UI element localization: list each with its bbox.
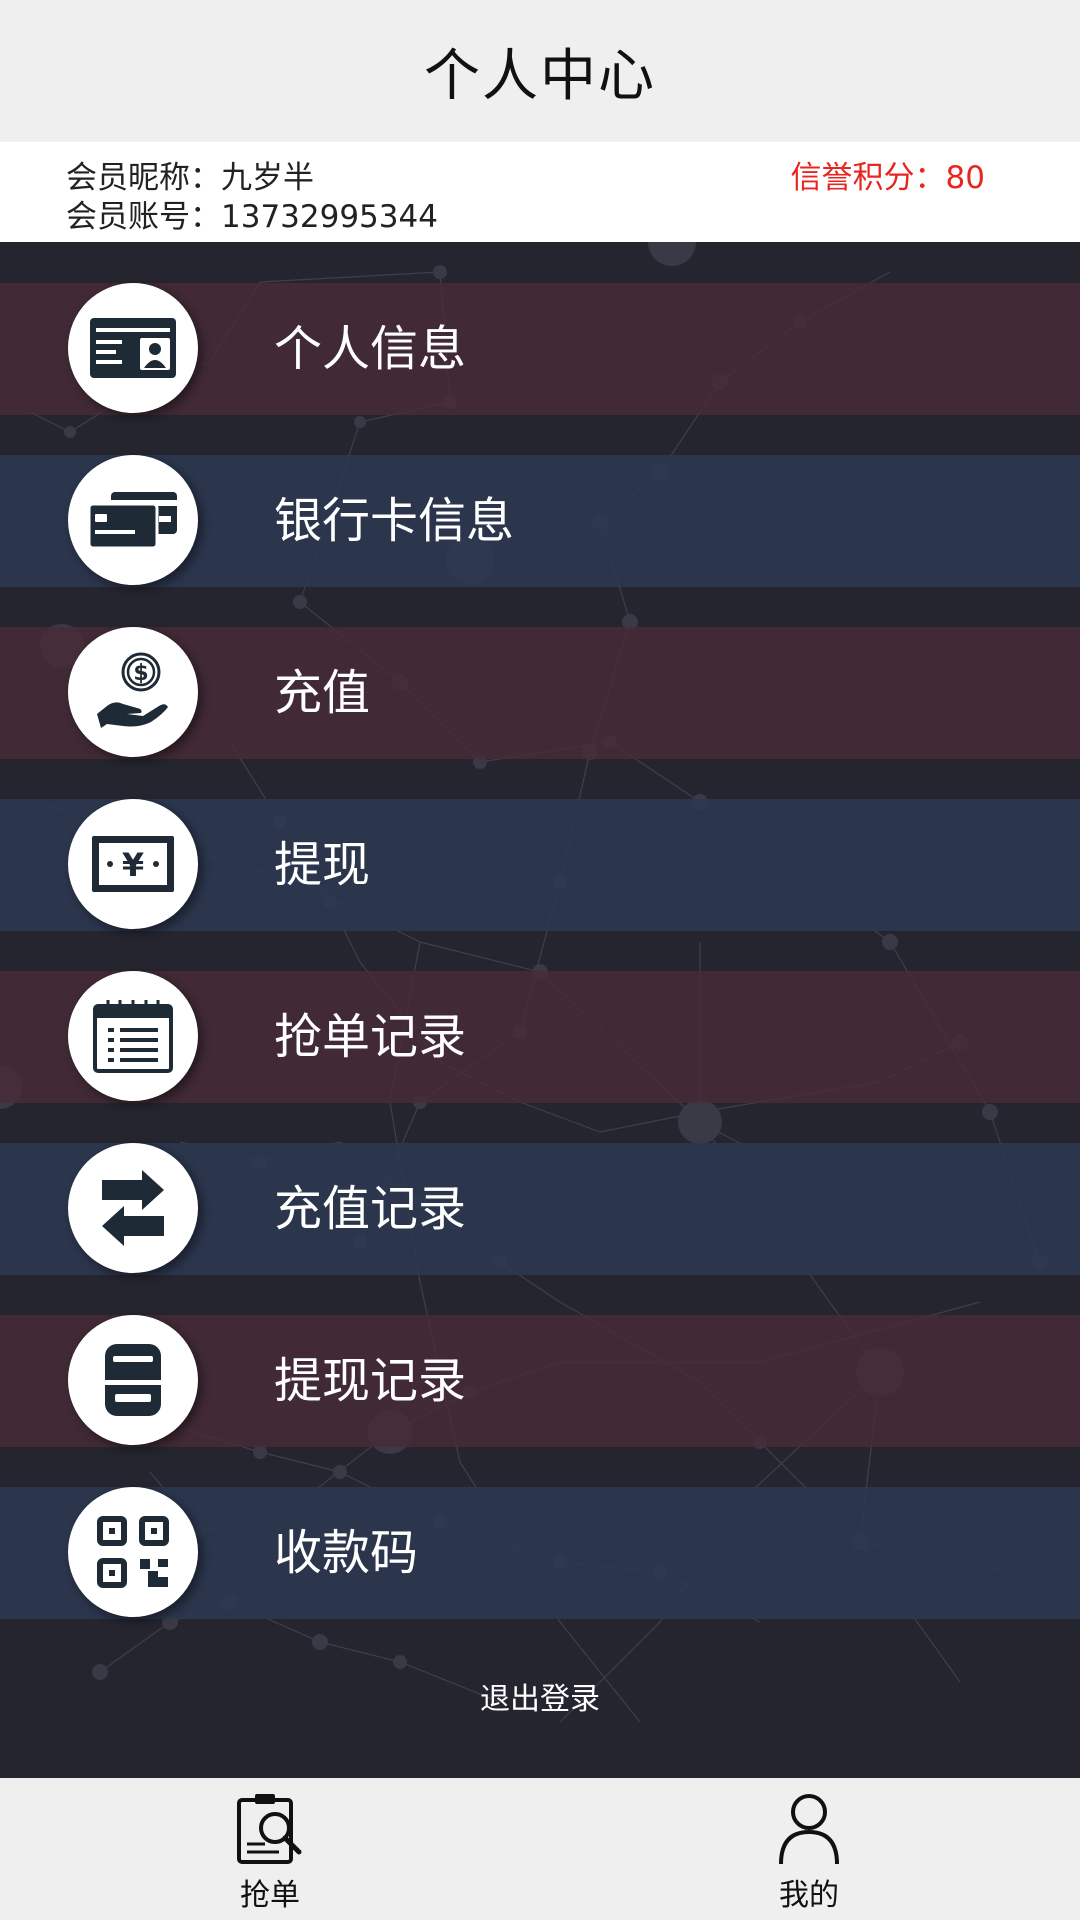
hand-coin-icon[interactable]: $ xyxy=(68,627,198,757)
member-account: 会员账号：13732995344 xyxy=(66,199,438,235)
tab-label: 抢单 xyxy=(240,1878,300,1913)
yuan-banknote-icon[interactable]: ¥ xyxy=(68,799,198,929)
tab-grab-order[interactable]: 抢单 xyxy=(170,1778,370,1920)
page-title: 个人中心 xyxy=(424,43,656,109)
bottom-tab-bar: 抢单 我的 xyxy=(0,1778,1080,1920)
tab-mine[interactable]: 我的 xyxy=(709,1778,909,1920)
user-icon xyxy=(779,1794,839,1865)
menu-item-label: 提现记录 xyxy=(274,1353,467,1409)
logout-button[interactable]: 退出登录 xyxy=(0,1674,1080,1718)
printer-receipt-icon[interactable] xyxy=(68,1315,198,1445)
menu-item-label: 收款码 xyxy=(274,1525,419,1581)
svg-text:$: $ xyxy=(133,661,148,686)
credit-score: 信誉积分：80 xyxy=(790,160,985,196)
qr-code-icon[interactable] xyxy=(68,1487,198,1617)
menu-item-label: 个人信息 xyxy=(274,321,467,377)
svg-text:¥: ¥ xyxy=(122,846,144,884)
top-bar: 个人中心 xyxy=(0,0,1080,142)
menu-item-label: 充值记录 xyxy=(274,1181,467,1237)
member-info-panel: 会员昵称：九岁半 会员账号：13732995344 信誉积分：80 xyxy=(0,142,1080,242)
tab-label: 我的 xyxy=(779,1878,839,1913)
page: 个人中心 会员昵称：九岁半 会员账号：13732995344 信誉积分：80 个… xyxy=(0,0,1080,1920)
bank-cards-icon[interactable] xyxy=(68,455,198,585)
menu-item-label: 银行卡信息 xyxy=(274,493,515,549)
calendar-list-icon[interactable] xyxy=(68,971,198,1101)
exchange-arrows-icon[interactable] xyxy=(68,1143,198,1273)
menu-item-label: 提现 xyxy=(274,837,371,893)
menu-item-label: 充值 xyxy=(274,665,371,721)
clipboard-search-icon xyxy=(237,1794,302,1864)
id-card-icon[interactable] xyxy=(68,283,198,413)
menu-item-label: 抢单记录 xyxy=(274,1009,467,1065)
